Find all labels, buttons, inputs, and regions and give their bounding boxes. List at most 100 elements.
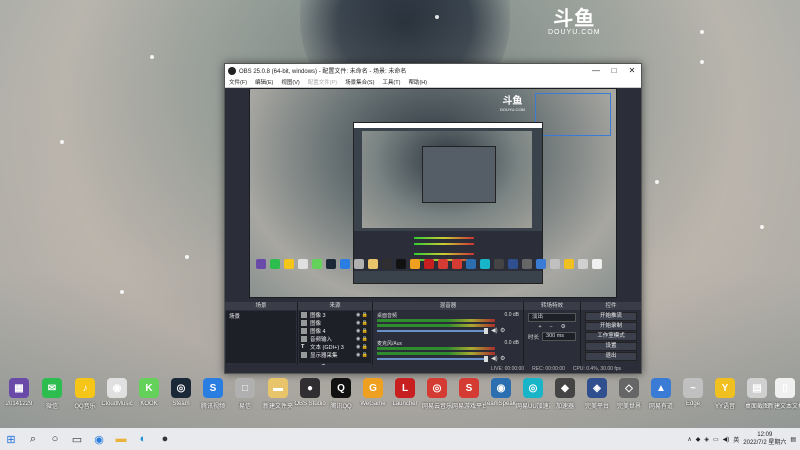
start-streaming-button[interactable]: 开始推流 [585,312,637,321]
gear-icon[interactable]: ⚙ [500,355,505,362]
sources-list[interactable]: 图像 3 ◉ 🔒 图像 ◉ 🔒 图像 4 ◉ 🔒 音频输入 ◉ 🔒 T 文本 (GDI+)… [299,311,371,363]
image-icon [301,328,307,334]
duration-input[interactable]: 300 ms [542,332,576,341]
edge-taskbar-icon[interactable]: ◐ [132,428,154,450]
chevron-up-icon[interactable]: ∧ [687,436,691,443]
obs-titlebar[interactable]: OBS 25.0.8 (64-bit, windows) - 配置文件: 未命名… [225,64,641,77]
speaker-icon[interactable]: ◀) [491,327,498,334]
taskbar-clock[interactable]: 12:09 2022/7/2 星期六 [743,431,786,447]
mixer-dock: 混音器 桌面音频 0.0 dB ◀) ⚙ 麦克风/Aux 0.0 dB ◀) ⚙ [373,302,524,373]
desktop-icon[interactable]: ▦ 20141229 [2,378,36,416]
minimize-icon[interactable]: — [587,66,605,75]
menu-view[interactable]: 视图(V) [281,78,299,86]
desktop-icon[interactable]: ◎ Steam [164,378,198,416]
desktop-icon[interactable]: K KOOK [132,378,166,416]
add-transition-button[interactable]: + [538,324,541,330]
taskview-icon[interactable]: ▭ [66,428,88,450]
studio-mode-button[interactable]: 工作室模式 [585,332,637,341]
obs-taskbar-icon[interactable]: ● [154,428,176,450]
desktop-icon[interactable]: L Launcher [388,378,422,416]
gear-icon[interactable]: ⚙ [561,324,566,330]
image-icon [301,320,307,326]
desktop-icon[interactable]: ▯ 新建文本文档 [768,378,800,416]
ime-icon[interactable]: 英 [733,435,739,444]
desktop-icon[interactable]: ◎ 网易UU加速器 [516,378,550,416]
eye-icon[interactable]: ◉ 🔒 [356,352,368,358]
source-item[interactable]: 显示器采集 ◉ 🔒 [299,351,371,359]
volume-slider-knob[interactable] [484,328,488,334]
browser-taskbar-icon[interactable]: ◉ [88,428,110,450]
desktop-icon[interactable]: ◉ TeamSpeak 3 [484,378,518,416]
eye-icon[interactable]: ◉ 🔒 [356,328,368,334]
menu-scene-collection[interactable]: 场景集合(S) [345,78,374,86]
desktop-icon[interactable]: S 腾讯视频 [196,378,230,416]
desktop-icon[interactable]: ◉ CloudMusic [100,378,134,416]
file-explorer-icon[interactable]: ▬ [110,428,132,450]
desktop-icon[interactable]: □ 易信 [228,378,262,416]
desktop-icon[interactable]: ~ Edge [676,378,710,416]
volume-slider-knob[interactable] [484,356,488,362]
desktop-icon[interactable]: S 网易游戏平台 [452,378,486,416]
snow-particle [655,180,659,184]
volume-slider[interactable] [377,330,485,332]
tray-app-icon[interactable]: ◈ [704,436,709,443]
start-recording-button[interactable]: 开始录制 [585,322,637,331]
sources-header: 来源 [298,302,372,310]
source-item[interactable]: 图像 ◉ 🔒 [299,319,371,327]
volume-icon[interactable]: ◀) [723,436,730,443]
desktop-icon[interactable]: ✉ 微信 [35,378,69,416]
menu-file[interactable]: 文件(F) [229,78,247,86]
desktop-icon[interactable]: ◈ 完美平台 [580,378,614,416]
obs-preview-canvas[interactable]: 斗鱼 DOUYU.COM [249,88,617,298]
windows-start-icon[interactable]: ⊞ [0,428,22,450]
remove-transition-button[interactable]: − [550,324,553,330]
source-label: 文本 (GDI+) 3 [310,345,344,351]
desktop-icon[interactable]: ● OBS Studio [293,378,327,416]
menu-profile[interactable]: 配置文件(P) [308,78,337,86]
volume-slider[interactable] [377,358,485,360]
desktop-icon[interactable]: ◇ 完美世界 [612,378,646,416]
desktop-icon[interactable]: ▲ 网易有道 [644,378,678,416]
network-icon[interactable]: ▭ [713,436,719,443]
gear-icon[interactable]: ⚙ [500,327,505,334]
scenes-list[interactable]: 场景 [226,311,296,363]
desktop-icon[interactable]: Q 腾讯QQ [324,378,358,416]
desktop-icon[interactable]: ◆ 加速器 [548,378,582,416]
menu-edit[interactable]: 编辑(E) [255,78,273,86]
desktop-icon[interactable]: ♪ QQ音乐 [68,378,102,416]
tray-app-icon[interactable]: ◆ [696,436,701,443]
eye-icon[interactable]: ◉ 🔒 [356,312,368,318]
preview-icon [452,259,462,269]
transition-select[interactable]: 淡出 [528,313,576,322]
preview-logo-cn: 斗鱼 [502,96,523,107]
eye-icon[interactable]: ◉ 🔒 [356,336,368,342]
menu-tools[interactable]: 工具(T) [382,78,400,86]
mic-icon [301,336,307,342]
obs-app-icon [228,66,236,75]
desktop-icon[interactable]: Y YY语音 [708,378,742,416]
source-item[interactable]: 音频输入 ◉ 🔒 [299,335,371,343]
scene-item[interactable]: 场景 [226,311,296,321]
close-icon[interactable]: ✕ [623,66,641,75]
eye-icon[interactable]: ◉ 🔒 [356,320,368,326]
desktop-icon[interactable]: ▬ 新建文件夹 [261,378,295,416]
menu-help[interactable]: 帮助(H) [408,78,427,86]
eye-icon[interactable]: ◉ 🔒 [356,344,368,350]
obs-window[interactable]: OBS 25.0.8 (64-bit, windows) - 配置文件: 未命名… [224,63,642,374]
app-icon: ▲ [651,378,671,398]
exit-button[interactable]: 退出 [585,352,637,361]
speaker-icon[interactable]: ◀) [491,355,498,362]
obs-docks: 场景 场景 + − ∧ ∨ 来源 图像 3 ◉ 🔒 图像 ◉ 🔒 图像 4 ◉ 🔒 音… [225,302,641,373]
maximize-icon[interactable]: □ [605,66,623,75]
search-icon[interactable]: ⌕ [22,428,44,450]
notification-icon[interactable]: ▤ [790,436,796,443]
source-item[interactable]: 图像 4 ◉ 🔒 [299,327,371,335]
source-selection-box[interactable] [535,93,611,136]
settings-button[interactable]: 设置 [585,342,637,351]
preview-icon [592,259,602,269]
source-item[interactable]: 图像 3 ◉ 🔒 [299,311,371,319]
desktop-icon[interactable]: G WeGame [356,378,390,416]
source-item[interactable]: T 文本 (GDI+) 3 ◉ 🔒 [299,343,371,351]
desktop-icon[interactable]: ◎ 网易云音乐 [420,378,454,416]
task-view-icon[interactable]: ○ [44,428,66,450]
